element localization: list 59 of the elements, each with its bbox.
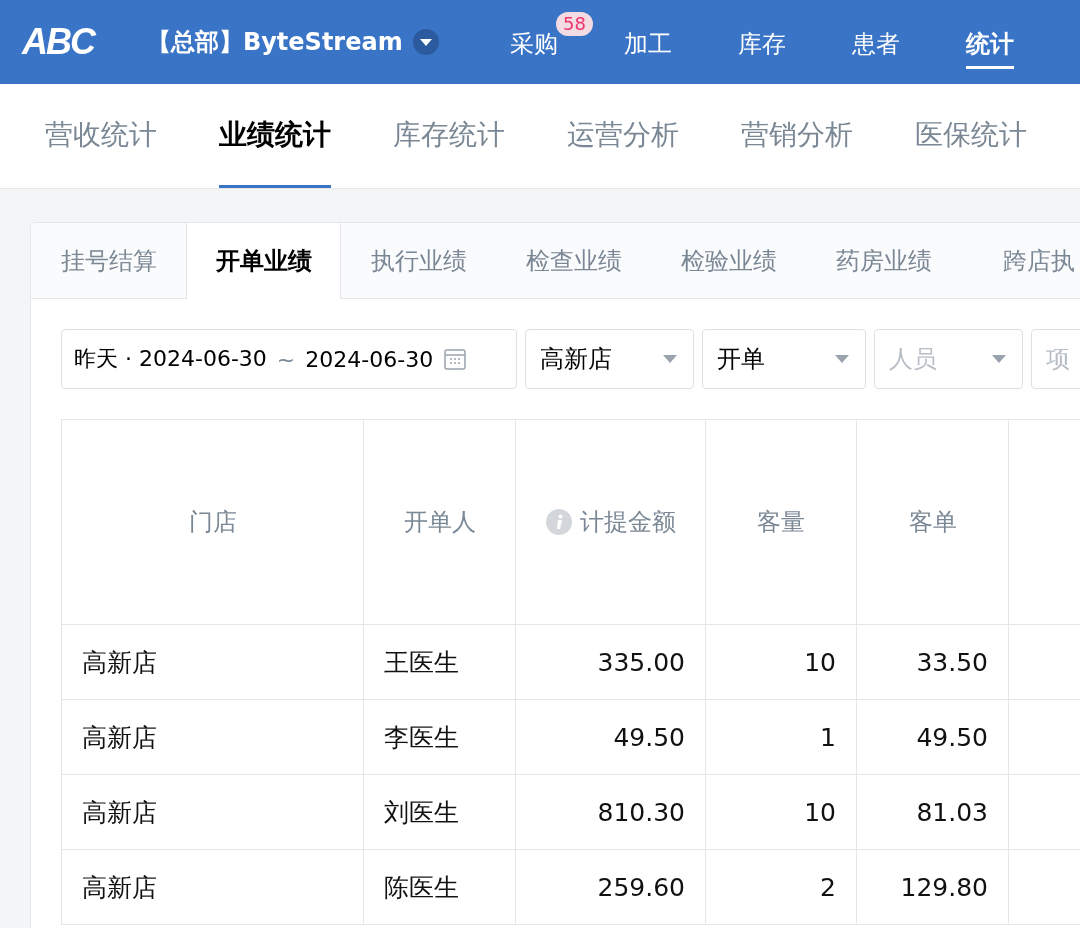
select-field[interactable]: 高新店 <box>525 329 694 389</box>
table-cell: 王医生 <box>364 625 516 700</box>
sub-tab[interactable]: 跨店执 <box>961 223 1080 298</box>
nav-tab[interactable]: 采购 <box>510 19 558 69</box>
section-tab[interactable]: 库存统计 <box>393 84 505 188</box>
date-end-text: 2024-06-30 <box>305 346 434 372</box>
dropdown-icon[interactable] <box>412 29 439 55</box>
logo: ABC <box>22 21 96 63</box>
table-cell: 高新店 <box>62 850 364 925</box>
column-header: 开单人 <box>364 420 516 625</box>
date-range-field[interactable]: 昨天 · 2024-06-30 ~ 2024-06-30 <box>61 329 517 389</box>
table-cell: 高新店 <box>62 625 364 700</box>
nav-tab[interactable]: 患者 <box>852 19 900 69</box>
table-cell: 10 <box>706 775 857 850</box>
column-header: 门店 <box>62 420 364 625</box>
sub-tab[interactable]: 挂号结算 <box>31 223 186 298</box>
caret-icon <box>992 355 1006 363</box>
table-cell: 335.00 <box>516 625 706 700</box>
table-cell: 49.50 <box>857 700 1009 775</box>
section-tab[interactable]: 医保统计 <box>915 84 1027 188</box>
caret-icon <box>663 355 677 363</box>
table-cell: 33.50 <box>857 625 1009 700</box>
section-tab[interactable]: 营收统计 <box>45 84 157 188</box>
sub-tab[interactable]: 执行业绩 <box>341 223 496 298</box>
count-badge: 58 <box>556 12 593 36</box>
column-header: 客单 <box>857 420 1009 625</box>
section-tab[interactable]: 营销分析 <box>741 84 853 188</box>
select-field[interactable]: 项 <box>1031 329 1080 389</box>
table-cell: 高新店 <box>62 700 364 775</box>
section-tab[interactable]: 业绩统计 <box>219 84 331 188</box>
table-cell: 49.50 <box>516 700 706 775</box>
table-cell: 10 <box>706 625 857 700</box>
sub-tab[interactable]: 药房业绩 <box>806 223 961 298</box>
table-cell: 1 <box>706 700 857 775</box>
select-field[interactable]: 开单 <box>702 329 866 389</box>
caret-icon <box>835 355 849 363</box>
table-cell: 高新店 <box>62 775 364 850</box>
nav-tab[interactable]: 加工 <box>624 19 672 69</box>
table-cell: 810.30 <box>516 775 706 850</box>
sub-tab[interactable]: 检查业绩 <box>496 223 651 298</box>
sub-tab[interactable]: 检验业绩 <box>651 223 806 298</box>
nav-tab[interactable]: 统计 <box>966 19 1014 69</box>
org-name[interactable]: 【总部】ByteStream <box>146 26 403 58</box>
table-cell: 李医生 <box>364 700 516 775</box>
table-cell: 陈医生 <box>364 850 516 925</box>
sub-tab[interactable]: 开单业绩 <box>186 223 341 299</box>
table-cell: 259.60 <box>516 850 706 925</box>
table-cell: 81.03 <box>857 775 1009 850</box>
date-range-text: 昨天 · 2024-06-30 <box>74 345 267 373</box>
column-header: 客量 <box>706 420 857 625</box>
nav-tab[interactable]: 库存 <box>738 19 786 69</box>
calendar-icon <box>443 347 468 371</box>
table-cell: 129.80 <box>857 850 1009 925</box>
section-tab[interactable]: 运营分析 <box>567 84 679 188</box>
select-field[interactable]: 人员 <box>874 329 1023 389</box>
range-separator: ~ <box>276 346 296 372</box>
table-cell: 刘医生 <box>364 775 516 850</box>
column-header: 计提金额 <box>516 420 706 625</box>
table-cell: 2 <box>706 850 857 925</box>
